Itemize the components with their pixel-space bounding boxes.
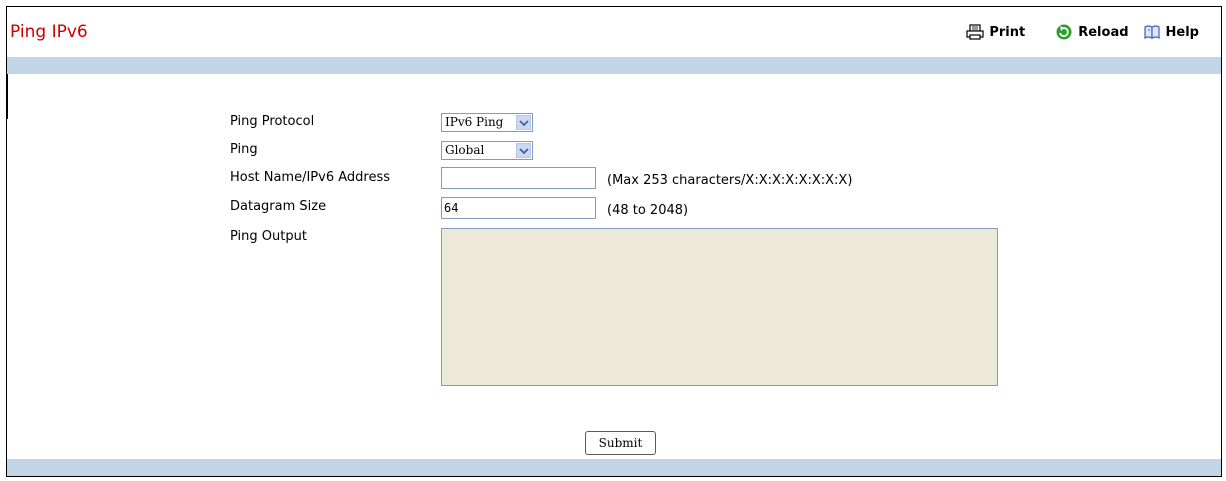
page-title: Ping IPv6 (10, 22, 88, 42)
ping-protocol-value: IPv6 Ping (445, 115, 504, 129)
ping-protocol-label: Ping Protocol (230, 114, 315, 129)
print-button[interactable]: Print (966, 24, 1025, 40)
footer-band (7, 459, 1221, 476)
help-book-icon (1143, 24, 1161, 40)
datagram-size-label: Datagram Size (230, 199, 327, 214)
ping-protocol-select[interactable]: IPv6 Ping (441, 113, 533, 132)
ping-output-textarea[interactable] (441, 228, 998, 386)
header-band (7, 57, 1221, 74)
datagram-size-input[interactable] (441, 197, 596, 219)
host-address-input[interactable] (441, 167, 596, 189)
chevron-down-icon[interactable] (516, 143, 531, 158)
chevron-down-icon[interactable] (516, 115, 531, 130)
page-header: Ping IPv6 Print Reload Help (7, 7, 1221, 57)
reload-icon (1055, 24, 1073, 40)
ping-output-label: Ping Output (230, 229, 307, 244)
host-address-hint: (Max 253 characters/X:X:X:X:X:X:X:X) (607, 173, 853, 188)
page-frame: Ping IPv6 Print Reload Help Ping Protoco… (6, 6, 1222, 477)
ping-value: Global (445, 143, 485, 157)
reload-label: Reload (1078, 24, 1129, 40)
ping-select[interactable]: Global (441, 141, 533, 160)
left-divider (7, 74, 8, 119)
submit-button[interactable]: Submit (585, 431, 656, 455)
datagram-size-hint: (48 to 2048) (607, 203, 689, 218)
ping-label: Ping (230, 142, 258, 157)
printer-icon (966, 24, 984, 40)
help-label: Help (1165, 24, 1199, 40)
host-address-label: Host Name/IPv6 Address (230, 170, 391, 185)
print-label: Print (989, 24, 1026, 40)
toolbar: Print Reload Help (966, 24, 1199, 40)
help-button[interactable]: Help (1143, 24, 1199, 40)
reload-button[interactable]: Reload (1055, 24, 1129, 40)
